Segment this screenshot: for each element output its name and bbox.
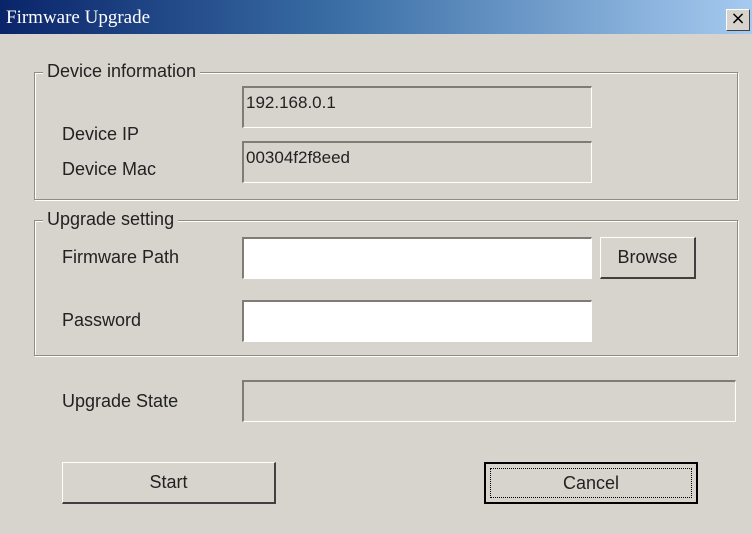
cancel-button-label: Cancel — [562, 473, 620, 493]
firmware-path-label: Firmware Path — [62, 247, 180, 267]
device-mac-label: Device Mac — [62, 159, 157, 179]
cancel-button[interactable]: Cancel — [484, 462, 698, 504]
password-label: Password — [62, 310, 142, 330]
upgrade-state-label: Upgrade State — [62, 391, 179, 411]
firmware-upgrade-dialog: Firmware Upgrade × Device information De… — [0, 0, 752, 534]
device-ip-field: 192.168.0.1 — [242, 86, 592, 128]
close-button[interactable]: × — [726, 9, 750, 31]
device-mac-field: 00304f2f8eed — [242, 141, 592, 183]
password-input[interactable] — [242, 300, 592, 342]
device-information-legend: Device information — [43, 61, 201, 82]
close-icon: × — [730, 8, 746, 29]
window-title: Firmware Upgrade — [6, 7, 151, 28]
device-ip-label: Device IP — [62, 124, 140, 144]
start-button-label: Start — [149, 472, 188, 492]
firmware-path-input[interactable] — [242, 237, 592, 279]
start-button[interactable]: Start — [62, 462, 276, 504]
title-bar[interactable]: Firmware Upgrade × — [0, 0, 752, 34]
upgrade-setting-legend: Upgrade setting — [43, 209, 179, 230]
browse-button[interactable]: Browse — [600, 237, 696, 279]
browse-button-label: Browse — [617, 247, 678, 267]
upgrade-state-field — [242, 380, 736, 422]
